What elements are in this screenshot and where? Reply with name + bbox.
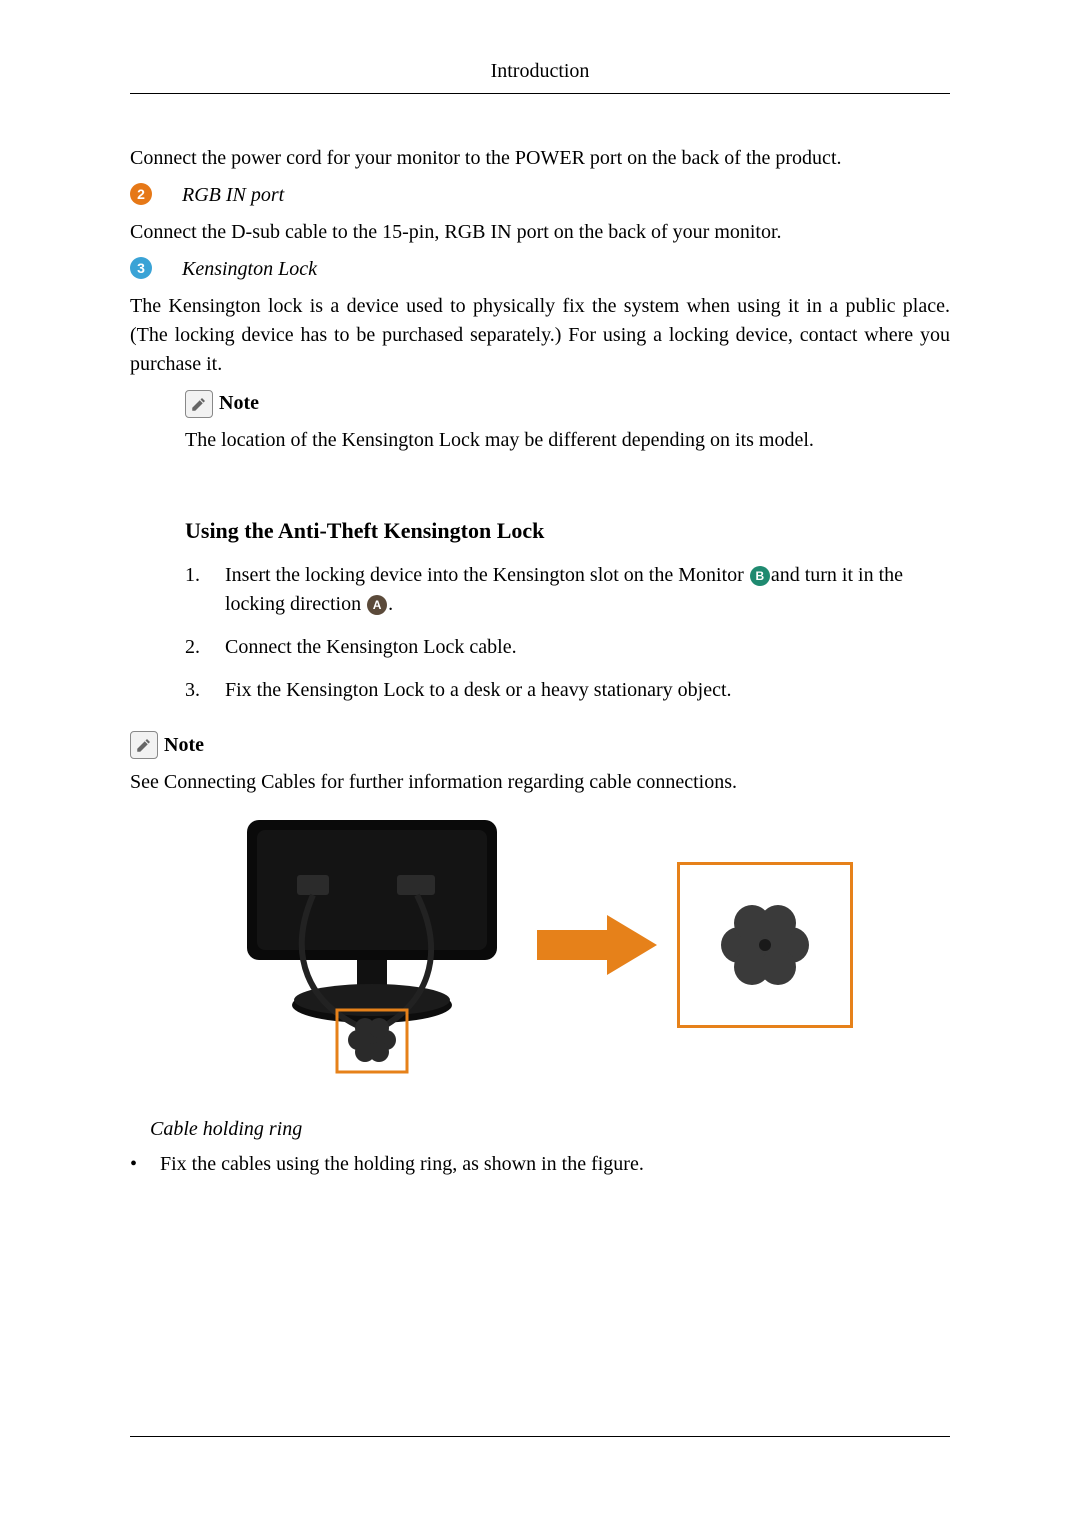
steps-list: 1. Insert the locking device into the Ke… bbox=[185, 561, 950, 705]
step-1-text: Insert the locking device into the Kensi… bbox=[225, 561, 950, 619]
note-2-label: Note bbox=[164, 731, 204, 760]
arrow-right-icon bbox=[537, 915, 657, 975]
note-2: Note See Connecting Cables for further i… bbox=[130, 731, 950, 797]
note-1-text: The location of the Kensington Lock may … bbox=[185, 426, 950, 455]
list-item-3: 3 Kensington Lock bbox=[130, 255, 950, 284]
list-item-2: 2 RGB IN port bbox=[130, 181, 950, 210]
item-2-text: Connect the D-sub cable to the 15-pin, R… bbox=[130, 218, 950, 247]
step-1: 1. Insert the locking device into the Ke… bbox=[185, 561, 950, 619]
footer-divider bbox=[130, 1436, 950, 1437]
monitor-illustration bbox=[227, 815, 517, 1075]
cable-bullet-list: • Fix the cables using the holding ring,… bbox=[130, 1150, 950, 1179]
number-bullet-3-icon: 3 bbox=[130, 257, 152, 279]
step-2: 2. Connect the Kensington Lock cable. bbox=[185, 633, 950, 662]
step-2-text: Connect the Kensington Lock cable. bbox=[225, 633, 950, 662]
badge-a-icon: A bbox=[367, 595, 387, 615]
note-2-text: See Connecting Cables for further inform… bbox=[130, 768, 950, 797]
note-pencil-icon bbox=[185, 390, 213, 418]
item-3-title: Kensington Lock bbox=[182, 255, 950, 284]
bullet-dot-icon: • bbox=[130, 1150, 160, 1179]
power-cord-text: Connect the power cord for your monitor … bbox=[130, 144, 950, 173]
cable-bullet-text: Fix the cables using the holding ring, a… bbox=[160, 1150, 644, 1179]
item-2-title: RGB IN port bbox=[182, 181, 950, 210]
cable-heading: Cable holding ring bbox=[150, 1115, 950, 1144]
number-bullet-2-icon: 2 bbox=[130, 183, 152, 205]
note-1: Note The location of the Kensington Lock… bbox=[185, 389, 950, 455]
page: Introduction Connect the power cord for … bbox=[0, 0, 1080, 1527]
page-body: Connect the power cord for your monitor … bbox=[130, 144, 950, 1179]
page-header: Introduction bbox=[130, 60, 950, 94]
note-pencil-icon bbox=[130, 731, 158, 759]
section-heading: Using the Anti-Theft Kensington Lock bbox=[185, 515, 950, 547]
figure-cable-ring bbox=[130, 815, 950, 1075]
step-1-num: 1. bbox=[185, 561, 225, 619]
step-3-text: Fix the Kensington Lock to a desk or a h… bbox=[225, 676, 950, 705]
step-2-num: 2. bbox=[185, 633, 225, 662]
step-3-num: 3. bbox=[185, 676, 225, 705]
badge-b-icon: B bbox=[750, 566, 770, 586]
page-header-title: Introduction bbox=[491, 60, 590, 82]
ring-closeup-box bbox=[677, 862, 853, 1028]
note-1-label: Note bbox=[219, 389, 259, 418]
item-3-text: The Kensington lock is a device used to … bbox=[130, 292, 950, 379]
step-3: 3. Fix the Kensington Lock to a desk or … bbox=[185, 676, 950, 705]
